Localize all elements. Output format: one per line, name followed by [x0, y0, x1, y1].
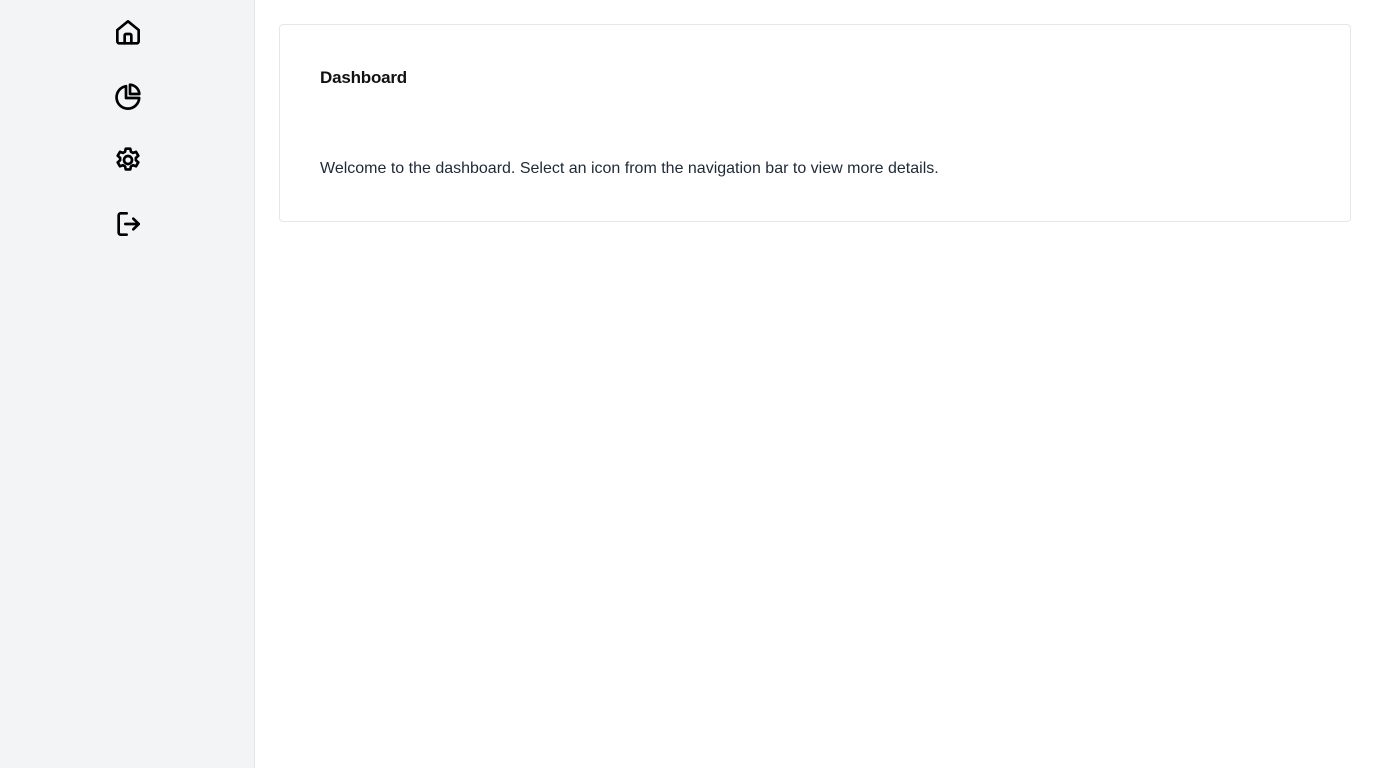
page-title: Dashboard [320, 68, 407, 87]
pie-chart-icon [115, 83, 141, 110]
dashboard-card: Dashboard Welcome to the dashboard. Sele… [279, 24, 1351, 222]
home-icon [116, 20, 140, 45]
app: Dashboard Welcome to the dashboard. Sele… [0, 0, 1376, 768]
sidebar-item-settings[interactable] [111, 143, 145, 177]
main-content: Dashboard Welcome to the dashboard. Sele… [255, 0, 1376, 768]
gear-icon [116, 147, 140, 171]
sidebar-item-home[interactable] [111, 15, 145, 49]
welcome-message: Welcome to the dashboard. Select an icon… [320, 160, 939, 177]
sidebar-item-logout[interactable] [111, 207, 145, 241]
sidebar-item-analytics[interactable] [111, 79, 145, 113]
sidebar [0, 0, 255, 768]
logout-icon [117, 212, 140, 236]
